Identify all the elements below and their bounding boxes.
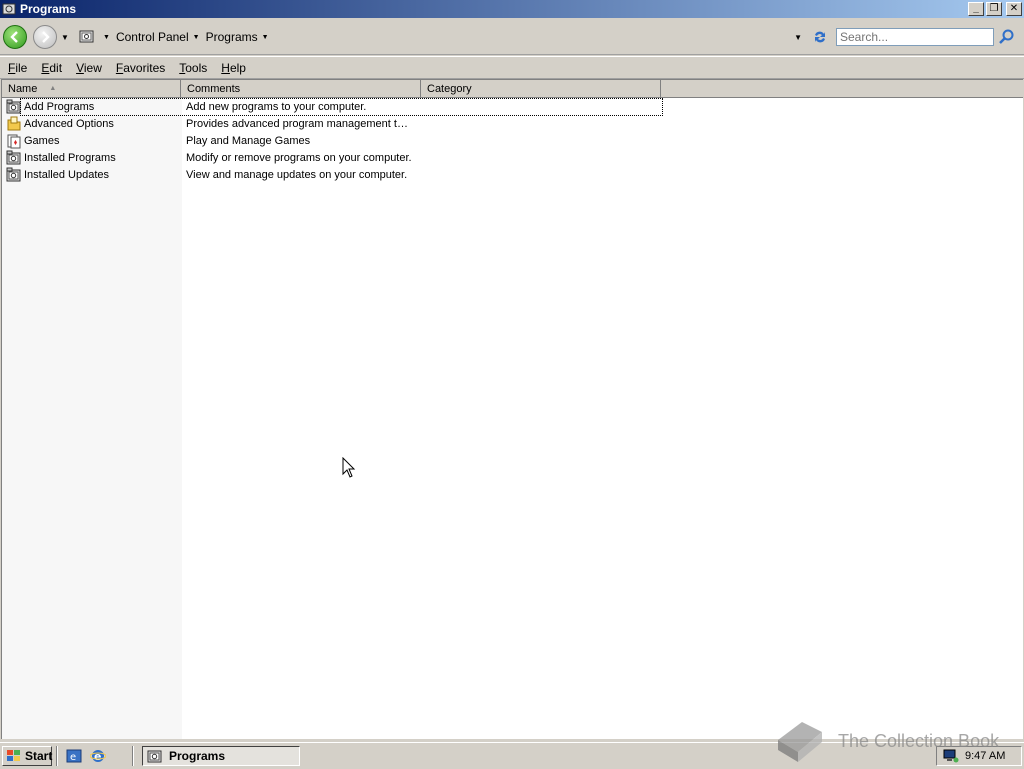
column-header-category[interactable]: Category [421, 80, 661, 97]
taskbar-separator [56, 746, 58, 766]
column-header-name[interactable]: Name ▲ [2, 80, 181, 97]
title-bar[interactable]: Programs _ ❐ ✕ [0, 0, 1024, 18]
menu-view[interactable]: View [70, 61, 108, 75]
sort-ascending-icon: ▲ [49, 85, 57, 92]
item-name: Installed Updates [24, 168, 109, 181]
navigation-bar: ▼ ▼ Control Panel ▼ Programs ▼ ▼ [0, 20, 1024, 55]
item-name: Advanced Options [24, 117, 114, 130]
back-button[interactable] [3, 25, 27, 49]
control-panel-icon [79, 29, 95, 45]
menu-label: avorites [123, 60, 166, 75]
taskbar-button-programs[interactable]: Programs [142, 746, 300, 766]
breadcrumb-programs[interactable]: Programs [206, 30, 258, 44]
taskbar-separator [132, 746, 134, 766]
item-name: Add Programs [24, 100, 95, 113]
column-header-row: Name ▲ Comments Category [2, 80, 1023, 98]
book-logo-icon [772, 718, 824, 764]
programs-icon [6, 150, 22, 166]
games-icon [6, 133, 22, 149]
menu-label: ile [15, 60, 28, 75]
menu-accel: H [221, 60, 230, 75]
programs-icon [6, 167, 22, 183]
folder-icon [6, 116, 22, 132]
list-item-advanced-options[interactable]: Advanced Options Provides advanced progr… [2, 115, 1023, 132]
menu-label: elp [229, 60, 246, 75]
column-header-label: Name [8, 82, 38, 95]
list-item-installed-updates[interactable]: Installed Updates View and manage update… [2, 166, 1023, 183]
watermark: The Collection Book [772, 718, 999, 764]
restore-button[interactable]: ❐ [986, 2, 1002, 16]
item-name: Games [24, 134, 60, 147]
file-list: Add Programs Add new programs to your co… [2, 98, 1023, 183]
window-title: Programs [20, 2, 77, 16]
svg-text:e: e [70, 752, 76, 763]
start-label: Start [25, 749, 53, 763]
chevron-down-icon[interactable]: ▼ [103, 34, 110, 41]
start-button[interactable]: Start [2, 746, 52, 766]
item-comment: View and manage updates on your computer… [186, 168, 408, 181]
column-header-label: Comments [187, 82, 241, 95]
menu-label: dit [49, 60, 63, 75]
menu-favorites[interactable]: Favorites [110, 61, 171, 75]
search-icon[interactable] [998, 28, 1016, 46]
column-header-filler [661, 80, 1023, 97]
quicklaunch-internet-explorer-icon[interactable]: e [90, 748, 106, 764]
menu-help[interactable]: Help [215, 61, 252, 75]
control-panel-icon [2, 2, 16, 16]
menu-label: ools [185, 60, 208, 75]
address-history-dropdown-icon[interactable]: ▼ [794, 33, 802, 42]
menu-tools[interactable]: Tools [173, 61, 213, 75]
chevron-down-icon[interactable]: ▼ [262, 34, 269, 41]
menu-edit[interactable]: Edit [35, 61, 68, 75]
list-item-games[interactable]: Games Play and Manage Games [2, 132, 1023, 149]
quicklaunch-show-desktop-icon[interactable]: e [66, 748, 82, 764]
forward-arrow-icon [42, 31, 50, 43]
list-item-add-programs[interactable]: Add Programs Add new programs to your co… [2, 98, 1023, 116]
sorted-column-highlight [2, 98, 182, 739]
address-bar[interactable]: ▼ Control Panel ▼ Programs ▼ [79, 26, 794, 48]
item-name: Installed Programs [24, 151, 116, 164]
chevron-down-icon[interactable]: ▼ [193, 34, 200, 41]
refresh-icon[interactable] [812, 29, 828, 45]
watermark-text: The Collection Book [838, 730, 1000, 751]
close-button[interactable]: ✕ [1006, 2, 1022, 16]
mouse-cursor-icon [342, 457, 356, 478]
search-input[interactable] [836, 28, 994, 46]
column-header-label: Category [427, 82, 472, 95]
menu-accel: V [76, 60, 84, 75]
programs-icon [6, 99, 22, 115]
menu-bar: File Edit View Favorites Tools Help [0, 56, 1024, 79]
column-header-comments[interactable]: Comments [181, 80, 421, 97]
minimize-button[interactable]: _ [968, 2, 984, 16]
programs-window: Programs _ ❐ ✕ ▼ ▼ Control Panel ▼ Progr… [0, 0, 1024, 742]
file-list-view[interactable]: Name ▲ Comments Category Add Programs Ad… [1, 79, 1023, 739]
windows-logo-icon [6, 749, 22, 763]
caption-buttons: _ ❐ ✕ [968, 2, 1022, 16]
menu-label: iew [83, 60, 102, 75]
item-comment: Play and Manage Games [186, 134, 311, 147]
item-comment: Modify or remove programs on your comput… [186, 151, 412, 164]
breadcrumb-control-panel[interactable]: Control Panel [116, 30, 189, 44]
address-actions: ▼ [794, 28, 1016, 46]
minimize-icon: _ [973, 3, 979, 14]
svg-text:e: e [94, 750, 101, 763]
back-arrow-icon [10, 31, 18, 43]
close-icon: ✕ [1009, 3, 1019, 14]
recent-pages-dropdown-icon[interactable]: ▼ [61, 33, 71, 42]
control-panel-icon [147, 748, 163, 764]
item-comment: Add new programs to your computer. [186, 100, 367, 113]
restore-icon: ❐ [989, 3, 999, 14]
list-item-installed-programs[interactable]: Installed Programs Modify or remove prog… [2, 149, 1023, 166]
taskbar-button-label: Programs [169, 749, 226, 763]
item-comment: Provides advanced program management tas… [186, 117, 414, 130]
menu-file[interactable]: File [2, 61, 33, 75]
forward-button[interactable] [33, 25, 57, 49]
